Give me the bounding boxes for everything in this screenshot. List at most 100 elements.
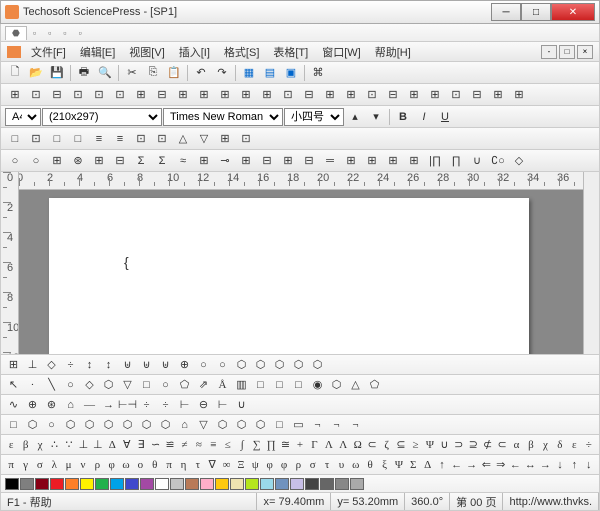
new-icon[interactable]: 🗋 (5, 64, 25, 82)
page-nav-button[interactable]: ⊞ (5, 86, 25, 104)
document-canvas[interactable]: { (19, 190, 583, 354)
greek-symbol[interactable]: ∵ (63, 437, 75, 453)
greek-symbol[interactable]: Σ (407, 457, 419, 473)
greek-symbol[interactable]: γ (19, 457, 31, 473)
math-button[interactable]: ⊞ (89, 152, 109, 170)
color-swatch[interactable] (35, 478, 49, 490)
shape-symbol[interactable]: ⬡ (271, 357, 288, 373)
color-swatch[interactable] (50, 478, 64, 490)
color-swatch[interactable] (185, 478, 199, 490)
maximize-button[interactable]: □ (521, 3, 551, 21)
shape-symbol[interactable]: ○ (214, 357, 231, 373)
color-swatch[interactable] (95, 478, 109, 490)
math-symbol[interactable]: ∪ (233, 397, 250, 413)
chem-symbol[interactable]: ▽ (195, 417, 212, 433)
chem-symbol[interactable]: ¬ (328, 417, 345, 433)
undo-icon[interactable]: ↶ (191, 64, 211, 82)
page-nav-button[interactable]: ⊞ (425, 86, 445, 104)
math-symbol[interactable]: ⊢⊣ (119, 397, 136, 413)
link-icon[interactable]: ⌘ (308, 64, 328, 82)
greek-symbol[interactable]: χ (34, 437, 46, 453)
align-button[interactable]: △ (173, 130, 193, 148)
draw-symbol[interactable]: ↖ (5, 377, 22, 393)
math-button[interactable]: ○ (5, 152, 25, 170)
greek-symbol[interactable]: χ (539, 437, 551, 453)
draw-symbol[interactable]: ○ (157, 377, 174, 393)
greek-symbol[interactable]: φ (278, 457, 290, 473)
chem-symbol[interactable]: ¬ (309, 417, 326, 433)
chem-symbol[interactable]: ⌂ (176, 417, 193, 433)
greek-symbol[interactable]: → (539, 457, 552, 473)
draw-symbol[interactable]: ○ (62, 377, 79, 393)
chem-symbol[interactable]: ⬡ (138, 417, 155, 433)
page-nav-button[interactable]: ⊞ (320, 86, 340, 104)
shape-symbol[interactable]: ⬡ (290, 357, 307, 373)
greek-symbol[interactable]: ∪ (438, 437, 450, 453)
color-swatch[interactable] (290, 478, 304, 490)
greek-symbol[interactable]: → (465, 457, 478, 473)
paste-icon[interactable]: 📋 (164, 64, 184, 82)
minimize-button[interactable]: ─ (491, 3, 521, 21)
menu-edit[interactable]: 编辑[E] (74, 43, 121, 61)
tab[interactable]: ▫ (57, 27, 72, 39)
greek-symbol[interactable]: ↓ (583, 457, 595, 473)
greek-symbol[interactable]: Λ (337, 437, 349, 453)
greek-symbol[interactable]: ∴ (48, 437, 60, 453)
page-nav-button[interactable]: ⊞ (404, 86, 424, 104)
shape-symbol[interactable]: ⊞ (5, 357, 22, 373)
align-button[interactable]: □ (5, 130, 25, 148)
greek-symbol[interactable]: ω (350, 457, 362, 473)
page-nav-button[interactable]: ⊡ (26, 86, 46, 104)
greek-symbol[interactable]: ⊄ (481, 437, 493, 453)
greek-symbol[interactable]: ν (77, 457, 89, 473)
copy-icon[interactable]: ⎘ (143, 64, 163, 82)
page-nav-button[interactable]: ⊞ (194, 86, 214, 104)
tab[interactable]: ▫ (27, 27, 42, 39)
greek-symbol[interactable]: ≅ (279, 437, 291, 453)
page-nav-button[interactable]: ⊡ (446, 86, 466, 104)
color-swatch[interactable] (305, 478, 319, 490)
draw-symbol[interactable]: ▽ (119, 377, 136, 393)
color-swatch[interactable] (155, 478, 169, 490)
ruler-icon[interactable]: ▤ (260, 64, 280, 82)
greek-symbol[interactable]: ⇒ (495, 457, 507, 473)
greek-symbol[interactable]: ← (509, 457, 522, 473)
preview-icon[interactable]: 🔍 (95, 64, 115, 82)
color-swatch[interactable] (260, 478, 274, 490)
math-button[interactable]: ⊞ (47, 152, 67, 170)
greek-symbol[interactable]: ⊂ (496, 437, 508, 453)
greek-symbol[interactable]: ε (568, 437, 580, 453)
greek-symbol[interactable]: β (19, 437, 31, 453)
math-button[interactable]: ⊞ (383, 152, 403, 170)
math-symbol[interactable]: ÷ (138, 397, 155, 413)
math-button[interactable]: ∏ (446, 152, 466, 170)
draw-symbol[interactable]: Å (214, 377, 231, 393)
page-nav-button[interactable]: ⊞ (236, 86, 256, 104)
page-nav-button[interactable]: ⊡ (278, 86, 298, 104)
greek-symbol[interactable]: + (294, 437, 306, 453)
vertical-scrollbar[interactable] (583, 172, 599, 354)
math-symbol[interactable]: ∿ (5, 397, 22, 413)
shape-symbol[interactable]: ⊎ (119, 357, 136, 373)
greek-symbol[interactable]: ∫ (236, 437, 248, 453)
menu-help[interactable]: 帮助[H] (369, 43, 417, 61)
math-symbol[interactable]: ⊕ (24, 397, 41, 413)
color-swatch[interactable] (110, 478, 124, 490)
greek-symbol[interactable]: ↓ (554, 457, 566, 473)
greek-symbol[interactable]: ⊃ (453, 437, 465, 453)
greek-symbol[interactable]: ≥ (409, 437, 421, 453)
font-size-select[interactable]: 小四号 (284, 108, 344, 126)
shape-symbol[interactable]: ↕ (81, 357, 98, 373)
align-button[interactable]: ≡ (110, 130, 130, 148)
page-nav-button[interactable]: ⊟ (299, 86, 319, 104)
greek-symbol[interactable]: Ω (352, 437, 364, 453)
draw-symbol[interactable]: · (24, 377, 41, 393)
open-icon[interactable]: 📂 (26, 64, 46, 82)
math-symbol[interactable]: ⌂ (62, 397, 79, 413)
math-symbol[interactable]: ⊢ (176, 397, 193, 413)
greek-symbol[interactable]: ⇐ (480, 457, 492, 473)
greek-symbol[interactable]: ∽ (149, 437, 161, 453)
menu-file[interactable]: 文件[F] (25, 43, 72, 61)
greek-symbol[interactable]: φ (263, 457, 275, 473)
redo-icon[interactable]: ↷ (212, 64, 232, 82)
